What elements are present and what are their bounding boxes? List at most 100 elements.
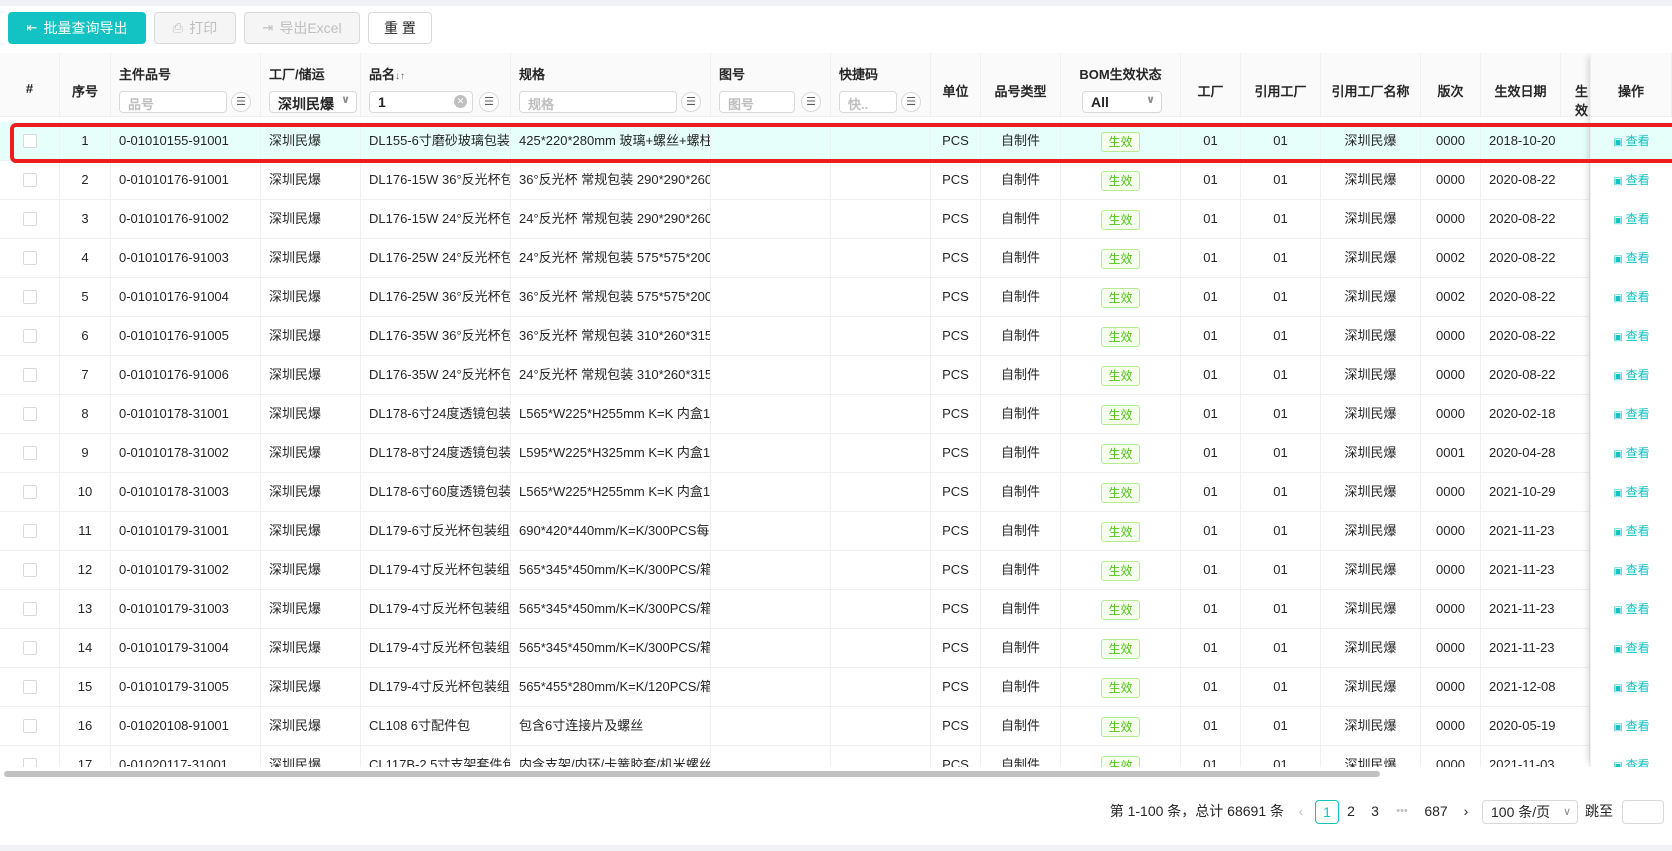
row-checkbox[interactable] [23, 290, 37, 304]
row-checkbox[interactable] [23, 485, 37, 499]
scrollbar-thumb[interactable] [4, 771, 1380, 777]
row-checkbox[interactable] [23, 212, 37, 226]
table-row[interactable]: 12 0-01010179-31002 深圳民爆 DL179-4寸反光杯包装组件 565… [0, 551, 1672, 590]
view-link[interactable]: ▣ 查看 [1590, 122, 1672, 161]
table-row[interactable]: 15 0-01010179-31005 深圳民爆 DL179-4寸反光杯包装组件 565… [0, 668, 1672, 707]
clear-icon[interactable]: ✕ [454, 95, 467, 108]
col-name-label-wrap[interactable]: 品名↓↑ [369, 64, 405, 83]
spec-cell: 565*345*450mm/K=K/300PCS/箱 [511, 551, 711, 590]
part-no-filter-input[interactable]: 品号 [119, 91, 227, 113]
horizontal-scrollbar[interactable] [0, 767, 1672, 781]
view-link[interactable]: ▣ 查看 [1590, 239, 1672, 278]
date-cell: 2021-11-23 [1481, 629, 1590, 668]
list-filter-icon[interactable]: ☰ [901, 92, 921, 112]
table-row[interactable]: 4 0-01010176-91003 深圳民爆 DL176-25W 24°反光杯包装 2… [0, 239, 1672, 278]
drawing-filter-input[interactable]: 图号 [719, 91, 795, 113]
row-checkbox[interactable] [23, 719, 37, 733]
view-link[interactable]: ▣ 查看 [1590, 161, 1672, 200]
table-row[interactable]: 10-01010155-91001深圳民爆DL155-6寸磨砂玻璃包装组件425… [0, 122, 1672, 161]
row-checkbox[interactable] [23, 446, 37, 460]
date-cell: 2020-08-22 [1481, 200, 1590, 239]
jump-page-input[interactable] [1622, 800, 1664, 824]
row-checkbox[interactable] [23, 680, 37, 694]
bom-status-value: All [1091, 94, 1109, 110]
reset-button[interactable]: 重 置 [368, 12, 432, 44]
table-row[interactable]: 6 0-01010176-91005 深圳民爆 DL176-35W 36°反光杯包装 3… [0, 317, 1672, 356]
prev-page-icon[interactable]: ‹ [1293, 800, 1309, 824]
page-2[interactable]: 2 [1339, 800, 1363, 824]
row-checkbox[interactable] [23, 368, 37, 382]
view-link[interactable]: ▣ 查看 [1590, 200, 1672, 239]
factory-cell: 深圳民爆 [261, 746, 361, 767]
table-row[interactable]: 5 0-01010176-91004 深圳民爆 DL176-25W 36°反光杯包装 3… [0, 278, 1672, 317]
row-checkbox[interactable] [23, 641, 37, 655]
view-link[interactable]: ▣ 查看 [1590, 317, 1672, 356]
version-cell: 0000 [1421, 473, 1481, 512]
page-1[interactable]: 1 [1315, 800, 1339, 824]
list-filter-icon[interactable]: ☰ [801, 92, 821, 112]
unit-cell: PCS [931, 239, 981, 278]
view-link[interactable]: ▣ 查看 [1590, 473, 1672, 512]
bom-status-select[interactable]: All ∨ [1082, 91, 1162, 113]
view-link[interactable]: ▣ 查看 [1590, 434, 1672, 473]
sort-icon[interactable]: ↓↑ [395, 71, 405, 82]
quick-cell [831, 161, 931, 200]
spec-filter-input[interactable]: 规格 [519, 91, 677, 113]
factory-select[interactable]: 深圳民爆 ∨ [269, 91, 357, 113]
row-checkbox[interactable] [23, 563, 37, 577]
ref-name-cell: 深圳民爆 [1321, 590, 1421, 629]
quick-cell [831, 668, 931, 707]
row-checkbox[interactable] [23, 329, 37, 343]
type-cell: 自制件 [981, 434, 1061, 473]
name-filter-input[interactable]: 1 ✕ [369, 91, 473, 113]
page-3[interactable]: 3 [1363, 800, 1387, 824]
drawing-cell [711, 629, 831, 668]
next-page-icon[interactable]: › [1458, 800, 1474, 824]
list-filter-icon[interactable]: ☰ [681, 92, 701, 112]
table-row[interactable]: 90-01010178-31002深圳民爆DL178-8寸24度透镜包装组件L5… [0, 434, 1672, 473]
table-row[interactable]: 80-01010178-31001深圳民爆DL178-6寸24度透镜包装组件L5… [0, 395, 1672, 434]
view-link[interactable]: ▣ 查看 [1590, 278, 1672, 317]
row-checkbox[interactable] [23, 173, 37, 187]
row-checkbox[interactable] [23, 251, 37, 265]
print-button[interactable]: ⎙ 打印 [154, 12, 236, 44]
table-row[interactable]: 2 0-01010176-91001 深圳民爆 DL176-15W 36°反光杯包装 3… [0, 161, 1672, 200]
row-checkbox[interactable] [23, 758, 37, 767]
table-row[interactable]: 17 0-01020117-31001 深圳民爆 CL117B-2.5寸支架套件包 内含… [0, 746, 1672, 767]
row-checkbox[interactable] [23, 407, 37, 421]
view-link[interactable]: ▣ 查看 [1590, 590, 1672, 629]
view-link[interactable]: ▣ 查看 [1590, 512, 1672, 551]
date-cell: 2021-12-08 [1481, 668, 1590, 707]
row-checkbox[interactable] [23, 134, 37, 148]
table-row[interactable]: 7 0-01010176-91006 深圳民爆 DL176-35W 24°反光杯包装 2… [0, 356, 1672, 395]
table-row[interactable]: 11 0-01010179-31001 深圳民爆 DL179-6寸反光杯包装组件 690… [0, 512, 1672, 551]
col-factory: 工厂/储运 深圳民爆 ∨ [261, 53, 361, 116]
page-687[interactable]: 687 [1418, 800, 1454, 824]
page-ellipsis[interactable]: ••• [1389, 800, 1415, 824]
row-checkbox[interactable] [23, 602, 37, 616]
view-link[interactable]: ▣ 查看 [1590, 668, 1672, 707]
view-link[interactable]: ▣ 查看 [1590, 356, 1672, 395]
table-row[interactable]: 100-01010178-31003深圳民爆DL178-6寸60度透镜包装组件L… [0, 473, 1672, 512]
view-link[interactable]: ▣ 查看 [1590, 746, 1672, 767]
row-checkbox[interactable] [23, 524, 37, 538]
view-link[interactable]: ▣ 查看 [1590, 629, 1672, 668]
page-size-select[interactable]: 100 条/页 ∨ [1482, 800, 1578, 824]
batch-export-button[interactable]: ⇤ 批量查询导出 [8, 12, 146, 44]
view-link[interactable]: ▣ 查看 [1590, 395, 1672, 434]
type-cell: 自制件 [981, 200, 1061, 239]
seq-cell: 13 [60, 590, 111, 629]
col-ref-plant-label: 引用工厂 [1254, 84, 1307, 99]
view-link[interactable]: ▣ 查看 [1590, 707, 1672, 746]
chevron-down-icon: ∨ [1146, 94, 1155, 106]
table-row[interactable]: 3 0-01010176-91002 深圳民爆 DL176-15W 24°反光杯包装 2… [0, 200, 1672, 239]
quick-code-filter-input[interactable]: 快.. [839, 91, 897, 113]
view-link[interactable]: ▣ 查看 [1590, 551, 1672, 590]
table-row[interactable]: 13 0-01010179-31003 深圳民爆 DL179-4寸反光杯包装组件 565… [0, 590, 1672, 629]
list-filter-icon[interactable]: ☰ [479, 92, 499, 112]
list-filter-icon[interactable]: ☰ [231, 92, 251, 112]
export-excel-button[interactable]: ⇥ 导出Excel [244, 12, 360, 44]
table-row[interactable]: 14 0-01010179-31004 深圳民爆 DL179-4寸反光杯包装组件 565… [0, 629, 1672, 668]
table-row[interactable]: 16 0-01020108-91001 深圳民爆 CL108 6寸配件包 包含6寸连接片… [0, 707, 1672, 746]
view-icon: ▣ [1613, 410, 1626, 421]
